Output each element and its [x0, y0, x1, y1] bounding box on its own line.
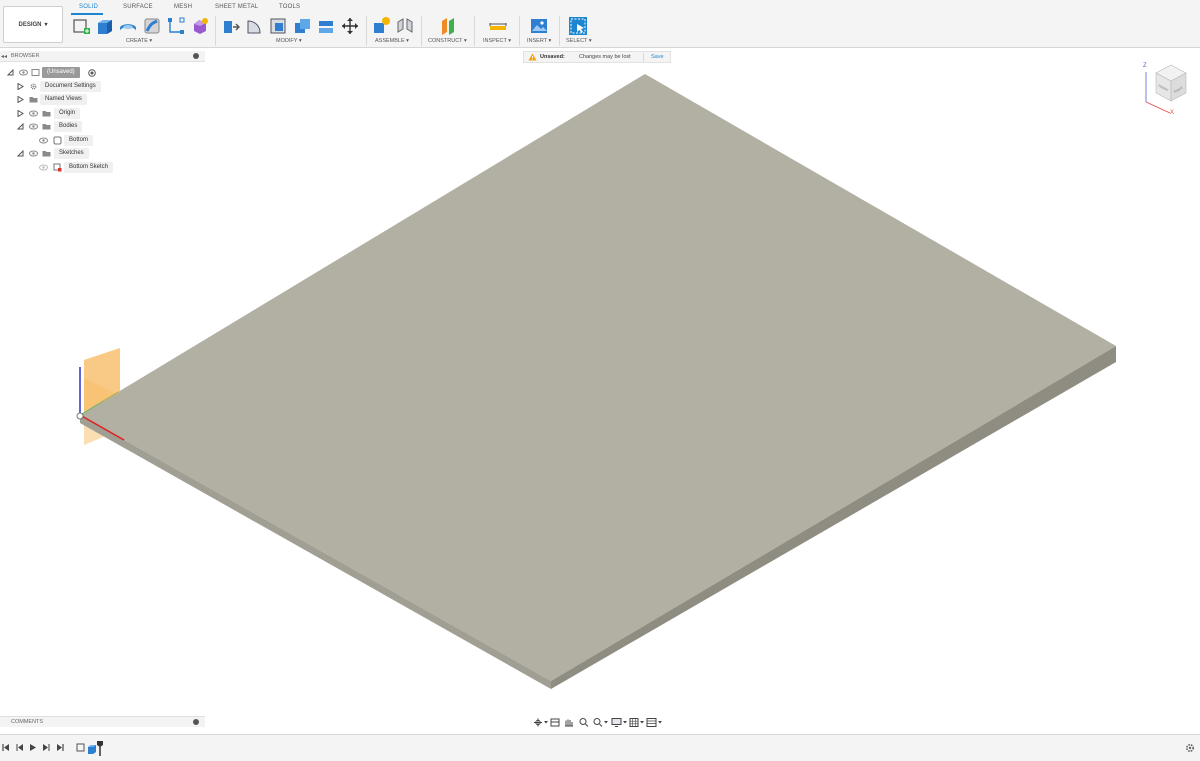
chevron-down-icon[interactable] — [658, 721, 662, 724]
chevron-down-icon[interactable] — [604, 721, 608, 724]
timeline-marker-icon[interactable] — [97, 741, 103, 756]
toolbar: DESIGN ▾ SOLID SURFACE MESH SHEET METAL … — [0, 0, 1200, 48]
step-forward-icon[interactable] — [43, 744, 50, 751]
separator — [366, 16, 367, 46]
construct-label: CONSTRUCT — [428, 38, 463, 44]
workspace-label: DESIGN — [18, 21, 42, 28]
separator — [215, 16, 216, 46]
offset-plane-icon[interactable] — [438, 16, 458, 36]
tab-surface[interactable]: SURFACE — [123, 4, 153, 10]
unsaved-notice: Unsaved: Changes may be lost Save — [523, 51, 671, 63]
plate-top-face[interactable] — [80, 74, 1116, 681]
sweep-icon[interactable] — [142, 16, 162, 36]
measure-icon[interactable] — [488, 16, 508, 36]
look-at-icon[interactable] — [550, 718, 560, 727]
new-component-icon[interactable] — [371, 16, 391, 36]
move-icon[interactable] — [340, 16, 360, 36]
modify-label: MODIFY — [276, 38, 298, 44]
separator — [519, 16, 520, 46]
display-settings-icon[interactable] — [611, 718, 622, 727]
combine-icon[interactable] — [292, 16, 312, 36]
timeline-sketch-icon[interactable] — [76, 743, 85, 752]
chevron-down-icon[interactable] — [640, 721, 644, 724]
save-link[interactable]: Save — [651, 54, 664, 60]
unsaved-status: Unsaved: — [540, 54, 565, 60]
play-icon[interactable] — [30, 744, 36, 751]
separator — [474, 16, 475, 46]
grid-icon[interactable] — [629, 718, 639, 727]
insert-label: INSERT — [527, 38, 547, 44]
dot-icon[interactable] — [193, 53, 199, 59]
fit-icon[interactable] — [593, 718, 603, 727]
shell-icon[interactable] — [268, 16, 288, 36]
collapse-panel-icon[interactable]: ◂◂ — [1, 53, 7, 60]
tab-tools[interactable]: TOOLS — [279, 4, 300, 10]
go-to-end-icon[interactable] — [57, 744, 64, 751]
tab-sheet-metal[interactable]: SHEET METAL — [215, 4, 258, 10]
create-menu[interactable]: CREATE ▾ — [126, 38, 152, 44]
navigation-bar — [534, 718, 662, 727]
tab-mesh[interactable]: MESH — [174, 4, 192, 10]
revolve-icon[interactable] — [118, 16, 138, 36]
select-label: SELECT — [566, 38, 588, 44]
inspect-menu[interactable]: INSPECT ▾ — [483, 38, 511, 44]
tab-solid[interactable]: SOLID — [79, 4, 98, 10]
viewports-icon[interactable] — [646, 718, 657, 727]
chevron-down-icon: ▾ — [44, 22, 48, 28]
browser-title: BROWSER — [11, 53, 40, 59]
separator — [421, 16, 422, 46]
timeline-extrude-icon[interactable] — [88, 745, 96, 754]
zoom-icon[interactable] — [579, 718, 589, 727]
loft-icon[interactable] — [166, 16, 186, 36]
form-icon[interactable] — [190, 16, 210, 36]
joint-icon[interactable] — [395, 16, 415, 36]
create-label: CREATE — [126, 38, 148, 44]
divider — [643, 53, 644, 62]
inspect-label: INSPECT — [483, 38, 507, 44]
press-pull-icon[interactable] — [221, 16, 241, 36]
add-comment-icon[interactable] — [193, 719, 199, 725]
timeline-features — [76, 741, 103, 756]
browser-header: ◂◂ BROWSER — [0, 51, 205, 62]
create-sketch-icon[interactable] — [71, 16, 91, 36]
insert-menu[interactable]: INSERT ▾ — [527, 38, 551, 44]
go-to-start-icon[interactable] — [2, 744, 9, 751]
assemble-label: ASSEMBLE — [375, 38, 405, 44]
comments-panel-header[interactable]: COMMENTS — [0, 716, 205, 727]
insert-image-icon[interactable] — [529, 16, 549, 36]
warning-icon — [528, 53, 537, 61]
modify-menu[interactable]: MODIFY ▾ — [276, 38, 302, 44]
separator — [559, 16, 560, 46]
select-icon[interactable] — [568, 16, 588, 36]
pan-icon[interactable] — [565, 719, 573, 727]
construct-menu[interactable]: CONSTRUCT ▾ — [428, 38, 467, 44]
orbit-icon[interactable] — [534, 718, 542, 727]
step-back-icon[interactable] — [16, 744, 23, 751]
chevron-down-icon[interactable] — [623, 721, 627, 724]
extrude-icon[interactable] — [95, 16, 115, 36]
select-menu[interactable]: SELECT ▾ — [566, 38, 592, 44]
assemble-menu[interactable]: ASSEMBLE ▾ — [375, 38, 409, 44]
chevron-down-icon[interactable] — [544, 721, 548, 724]
model-canvas[interactable] — [0, 63, 1200, 713]
origin-point-icon[interactable] — [76, 412, 84, 420]
unsaved-message: Changes may be lost — [579, 54, 631, 60]
fillet-icon[interactable] — [245, 16, 265, 36]
playback-controls — [2, 744, 64, 751]
workspace-dropdown[interactable]: DESIGN ▾ — [3, 6, 63, 43]
fusion-window: DESIGN ▾ SOLID SURFACE MESH SHEET METAL … — [0, 0, 1200, 761]
comments-title: COMMENTS — [11, 719, 44, 725]
split-body-icon[interactable] — [316, 16, 336, 36]
timeline-settings-gear-icon[interactable] — [1185, 743, 1195, 753]
timeline-bar — [0, 734, 1200, 761]
active-tab-indicator — [71, 13, 103, 15]
